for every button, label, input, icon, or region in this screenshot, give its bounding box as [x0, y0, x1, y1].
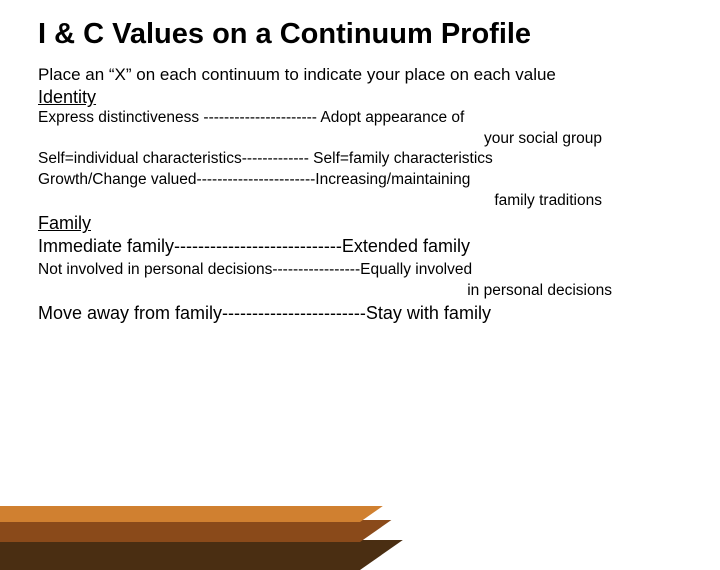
- continuum-dashes: -----------------: [272, 261, 360, 278]
- continuum-dashes: -------------: [242, 150, 309, 167]
- continuum-row: Self=individual characteristics---------…: [38, 149, 682, 170]
- continuum-right: Extended family: [342, 236, 470, 256]
- continuum-sub: family traditions: [38, 191, 682, 211]
- continuum-dashes: ----------------------: [203, 109, 317, 126]
- accent-stripe: [0, 506, 383, 522]
- continuum-dashes: ----------------------------: [174, 236, 342, 256]
- continuum-right: Adopt appearance of: [317, 109, 464, 126]
- accent-stripe: [0, 540, 403, 570]
- continuum-left: Growth/Change valued: [38, 171, 197, 188]
- continuum-left: Not involved in personal decisions: [38, 261, 272, 278]
- continuum-dashes: ------------------------: [222, 303, 366, 323]
- continuum-dashes: -----------------------: [197, 171, 316, 188]
- instruction-text: Place an “X” on each continuum to indica…: [38, 65, 682, 85]
- continuum-right: Stay with family: [366, 303, 491, 323]
- corner-accent-graphic: [0, 460, 220, 570]
- section-header-family: Family: [38, 213, 682, 234]
- continuum-row: Growth/Change valued--------------------…: [38, 170, 682, 191]
- continuum-row: Not involved in personal decisions------…: [38, 260, 682, 281]
- continuum-right: Equally involved: [360, 261, 472, 278]
- accent-stripe: [0, 520, 391, 542]
- slide-title: I & C Values on a Continuum Profile: [38, 18, 682, 51]
- continuum-row: Move away from family-------------------…: [38, 301, 682, 326]
- continuum-row: Express distinctiveness ----------------…: [38, 108, 682, 129]
- slide-content: I & C Values on a Continuum Profile Plac…: [0, 0, 720, 326]
- continuum-sub: in personal decisions: [38, 281, 682, 301]
- continuum-right: Increasing/maintaining: [315, 171, 470, 188]
- continuum-left: Move away from family: [38, 303, 222, 323]
- continuum-sub: your social group: [38, 129, 682, 149]
- continuum-left: Express distinctiveness: [38, 109, 203, 126]
- continuum-left: Self=individual characteristics: [38, 150, 242, 167]
- continuum-row: Immediate family------------------------…: [38, 234, 682, 259]
- continuum-left: Immediate family: [38, 236, 174, 256]
- section-header-identity: Identity: [38, 87, 682, 108]
- continuum-right: Self=family characteristics: [309, 150, 493, 167]
